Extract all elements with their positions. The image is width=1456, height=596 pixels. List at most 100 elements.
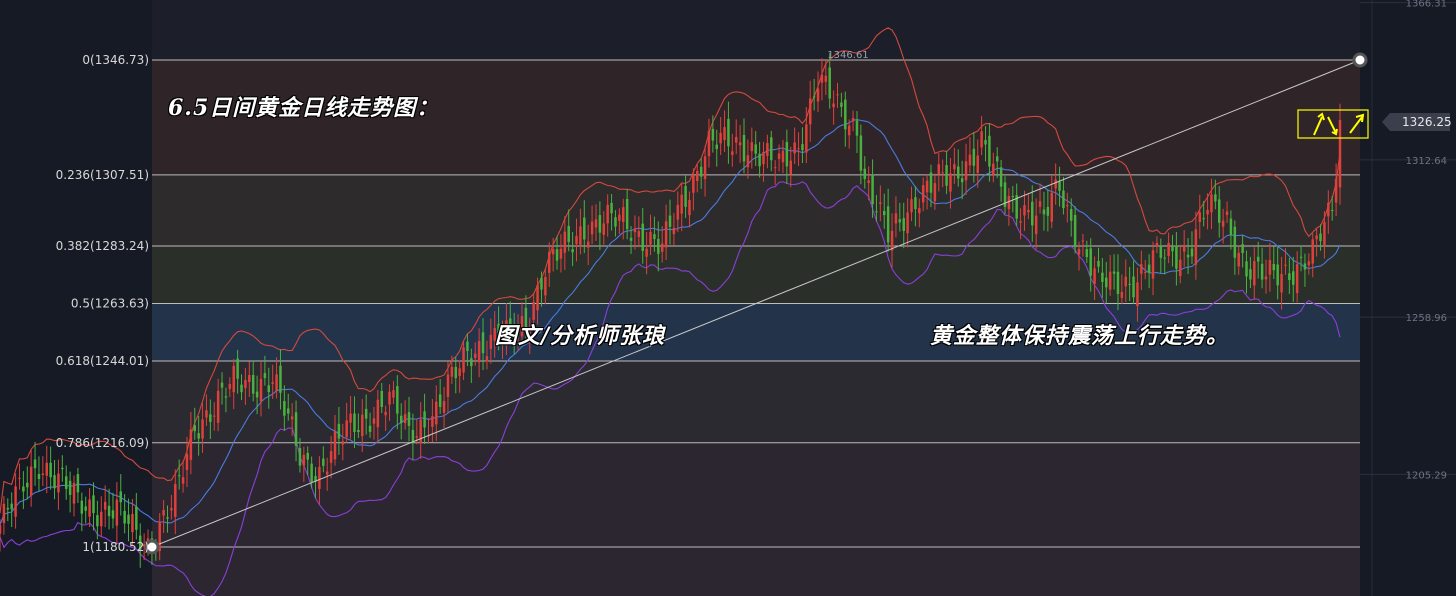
candle-body	[1097, 261, 1100, 267]
candle-body	[481, 332, 485, 354]
candle-body	[867, 180, 870, 183]
candle-body	[995, 156, 999, 162]
candle-body	[614, 217, 617, 227]
candle-body	[115, 499, 119, 526]
high-price-annotation: 1346.61	[827, 50, 868, 61]
candle-body	[224, 396, 228, 398]
candle-body	[283, 401, 286, 416]
candle-body	[76, 474, 80, 493]
candle-body	[964, 161, 968, 181]
candle-body	[1249, 269, 1252, 280]
candle-body	[376, 399, 380, 428]
candle-body	[485, 356, 489, 362]
candle-body	[960, 178, 964, 183]
candle-body	[1253, 261, 1256, 286]
fib-band-top	[152, 0, 1360, 60]
current-price-tag: 1326.25	[1382, 113, 1452, 131]
candle-body	[396, 386, 399, 414]
candle-body	[696, 170, 699, 181]
candle-body	[1272, 263, 1276, 271]
candle-body	[789, 160, 793, 175]
candle-body	[322, 458, 325, 466]
candle-body	[777, 153, 781, 160]
candle-body	[10, 503, 13, 510]
candle-body	[583, 217, 586, 240]
candle-body	[544, 277, 547, 296]
candle-body	[586, 241, 590, 248]
current-price-label: 1326.25	[1402, 115, 1452, 129]
author-note: 图文/分析师张琅	[495, 323, 666, 349]
trendline-end-handle[interactable]	[1352, 52, 1368, 68]
candle-body	[921, 185, 925, 203]
candle-body	[49, 462, 52, 478]
right-axis-tick-label: 1258.96	[1406, 313, 1447, 324]
candle-body	[805, 124, 808, 153]
candle-body	[489, 334, 493, 349]
candle-body	[1171, 246, 1174, 252]
candle-body	[664, 221, 668, 248]
trend-note: 黄金整体保持震荡上行走势。	[930, 323, 1230, 349]
candle-body	[1268, 260, 1272, 275]
candle-body	[368, 425, 372, 432]
candle-body	[384, 411, 387, 416]
candle-body	[302, 454, 306, 466]
candle-body	[836, 94, 839, 96]
candle-body	[1007, 196, 1011, 210]
candle-body	[750, 142, 754, 152]
candle-body	[1186, 254, 1190, 258]
candle-body	[1311, 239, 1314, 264]
candle-body	[209, 414, 212, 422]
candle-body	[361, 414, 364, 437]
candle-body	[762, 151, 765, 165]
candle-body	[1323, 222, 1326, 245]
right-axis-tick-label: 1205.29	[1406, 470, 1447, 481]
candle-body	[641, 223, 644, 251]
candle-body	[1105, 277, 1108, 288]
candle-body	[407, 412, 411, 426]
candle-body	[310, 463, 313, 482]
candle-body	[536, 285, 539, 311]
candle-body	[244, 379, 247, 389]
candle-body	[1089, 248, 1092, 276]
candle-body	[392, 390, 395, 398]
candle-body	[337, 423, 341, 439]
candle-body	[731, 151, 734, 155]
candle-body	[1229, 218, 1233, 235]
candle-body	[797, 148, 800, 150]
candle-body	[72, 482, 76, 504]
candle-body	[1299, 256, 1303, 258]
candle-body	[882, 211, 886, 216]
candle-body	[785, 141, 789, 167]
candle-body	[567, 225, 570, 242]
candle-body	[1112, 271, 1116, 274]
candle-body	[1101, 272, 1104, 282]
candle-body	[1143, 271, 1147, 273]
candle-body	[29, 466, 33, 496]
candle-body	[263, 373, 267, 379]
candle-body	[236, 358, 239, 379]
candle-body	[832, 103, 835, 108]
candle-body	[847, 125, 851, 136]
candle-body	[610, 202, 613, 214]
candle-body	[92, 495, 95, 514]
candle-body	[571, 249, 574, 253]
candle-body	[1198, 212, 1202, 222]
candle-body	[1058, 181, 1061, 191]
candle-body	[902, 218, 905, 231]
candle-body	[1042, 209, 1046, 215]
candle-body	[119, 491, 123, 503]
candle-body	[53, 475, 56, 489]
candle-body	[540, 277, 543, 290]
candle-body	[431, 416, 434, 427]
candle-body	[859, 135, 863, 171]
candle-body	[699, 166, 703, 177]
candle-body	[668, 215, 672, 227]
candle-body	[64, 476, 68, 490]
fib-label: 0.618(1244.01)	[56, 354, 149, 368]
fib-band	[152, 246, 1360, 304]
candle-body	[415, 436, 419, 438]
candle-body	[1256, 256, 1260, 262]
candle-body	[1073, 214, 1077, 248]
candle-body	[703, 156, 707, 179]
candle-body	[933, 183, 937, 202]
